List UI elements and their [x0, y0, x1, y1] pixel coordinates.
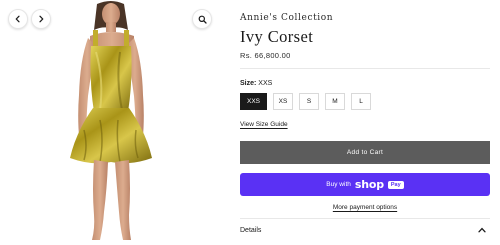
buy-with-label: Buy with: [326, 181, 351, 188]
pay-badge: Pay: [387, 180, 404, 189]
details-label: Details: [240, 226, 262, 234]
magnifier-icon: [198, 15, 207, 24]
chevron-up-icon: [478, 227, 486, 233]
size-label: Size: XXS: [240, 80, 272, 87]
size-option-s[interactable]: S: [299, 93, 319, 110]
product-title: Ivy Corset: [240, 27, 314, 46]
product-gallery: [0, 0, 222, 245]
product-vendor: Annie's Collection: [240, 13, 334, 23]
size-option-l[interactable]: L: [351, 93, 371, 110]
size-label-text: Size:: [240, 80, 257, 87]
size-option-xs[interactable]: XS: [273, 93, 293, 110]
next-image-button[interactable]: [31, 9, 51, 29]
shop-pay-button[interactable]: Buy with shop Pay: [240, 173, 490, 196]
divider: [240, 68, 490, 69]
product-info: Annie's Collection Ivy Corset Rs. 66,800…: [240, 0, 490, 245]
size-selected-value: XXS: [258, 80, 273, 87]
chevron-right-icon: [39, 15, 44, 23]
size-guide-link[interactable]: View Size Guide: [240, 121, 288, 128]
add-to-cart-button[interactable]: Add to Cart: [240, 141, 490, 164]
product-photo[interactable]: [0, 0, 222, 245]
size-options: XXS XS S M L: [240, 93, 371, 110]
chevron-left-icon: [15, 15, 20, 23]
zoom-button[interactable]: [192, 9, 212, 29]
prev-image-button[interactable]: [8, 9, 28, 29]
size-option-xxs[interactable]: XXS: [240, 93, 267, 110]
shop-pay-logo: shop: [354, 178, 384, 191]
divider: [240, 218, 490, 219]
details-accordion[interactable]: Details: [240, 222, 490, 238]
product-price: Rs. 66,800.00: [240, 51, 291, 60]
size-option-m[interactable]: M: [325, 93, 345, 110]
more-payment-options-link[interactable]: More payment options: [240, 204, 490, 211]
